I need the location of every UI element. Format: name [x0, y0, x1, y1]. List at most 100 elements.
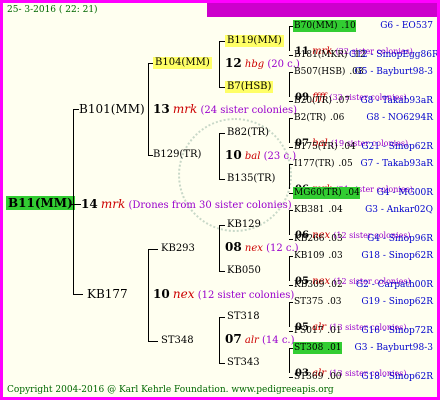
lvl4-val: .03 [325, 234, 343, 244]
lvl3-node[interactable]: ST318 [225, 311, 262, 323]
lvl3-node[interactable]: KB050 [225, 265, 263, 277]
connector [289, 211, 290, 235]
other-row: 10 nex (12 sister colonies) [153, 287, 295, 301]
lvl4-row[interactable]: KB309 .02 [293, 279, 343, 291]
lvl4-loc: G6 - EO537 [380, 21, 433, 31]
connector [219, 225, 220, 271]
lvl3-node[interactable]: B82(TR) [225, 127, 271, 139]
connector [148, 63, 149, 155]
lvl4-val: .03 [324, 297, 342, 307]
lvl4-loc: G21 - Sinop62R [361, 142, 433, 152]
date-stamp: 25- 3-2016 ( 22: 21) [7, 5, 98, 15]
lvl4-id: KB109 [294, 251, 325, 261]
lvl4-row[interactable]: ST308 .01 [293, 342, 342, 354]
lvl4-loc: G8 - Takab93aR [360, 96, 433, 106]
lvl4-id: B2(TR) [294, 113, 327, 123]
connector [73, 109, 74, 294]
st348-node[interactable]: ST348 [161, 335, 194, 347]
lvl4-row[interactable]: KB109 .03 [293, 250, 343, 262]
connector [73, 294, 83, 295]
connector [148, 341, 158, 342]
lvl4-val: .06 [327, 113, 345, 123]
lvl4-row[interactable]: I177(TR) .05 [293, 158, 353, 170]
lvl4-row[interactable]: ST375 .03 [293, 296, 342, 308]
lvl3-node[interactable]: B119(MM) [225, 35, 284, 47]
queen-row: 13 mrk (24 sister colonies) [153, 102, 298, 116]
footer-copyright: Copyright 2004-2016 @ Karl Kehrle Founda… [7, 385, 334, 395]
lvl4-loc: G5 - Bayburt98-3 [354, 67, 433, 77]
lvl4-val: .07 [332, 96, 351, 106]
lvl3-node[interactable]: B135(TR) [225, 173, 277, 185]
b129-node[interactable]: B129(TR) [153, 149, 201, 161]
lvl4-row[interactable]: KB381 .04 [293, 204, 343, 216]
lvl4-val: .01 [324, 326, 342, 336]
lvl4-loc: G12 - SinopEgg86R [349, 50, 439, 60]
connector [289, 27, 290, 51]
b104-node[interactable]: B104(MM) [153, 57, 212, 69]
b104-row: 12 hbg (20 c.) [225, 56, 300, 70]
lvl4-row[interactable]: B70(MM) .10 [293, 20, 356, 32]
connector [148, 155, 153, 156]
pedigree-frame: 25- 3-2016 ( 22: 21) B11(MM) 14 mrk (Dro… [0, 0, 440, 400]
lvl4-loc: G19 - Sinop62R [361, 297, 433, 307]
lvl3-node[interactable]: B7(HSB) [225, 81, 274, 93]
lvl4-val: .04 [325, 205, 343, 215]
lvl4-id: B175(TR) [294, 142, 338, 152]
lvl4-id: B507(HSB) [294, 67, 346, 77]
connector [289, 73, 290, 97]
lvl4-id: ST308 [294, 343, 324, 353]
lvl4-val: .02 [325, 280, 343, 290]
lvl4-id: KB381 [294, 205, 325, 215]
other-node[interactable]: KB177 [87, 288, 128, 300]
lvl4-id: PS017 [294, 326, 324, 336]
lvl4-row[interactable]: B2(TR) .06 [293, 112, 344, 124]
connector [289, 349, 290, 373]
connector [289, 257, 290, 281]
lvl4-val: .01 [324, 343, 342, 353]
lvl4-id: B20(TR) [294, 96, 332, 106]
lvl4-loc: G18 - Sinop62R [361, 251, 433, 261]
connector [289, 303, 290, 327]
lvl4-row[interactable]: B20(TR) .07 [293, 95, 350, 107]
connector [219, 133, 220, 179]
kb293-row: 08 nex (12 c.) [225, 240, 299, 254]
lvl3-node[interactable]: KB129 [225, 219, 263, 231]
queen-node[interactable]: B101(MM) [79, 103, 145, 115]
lvl4-loc: G7 - Takab93aR [360, 159, 433, 169]
connector [289, 165, 290, 189]
lvl4-loc: G4 - Sinop96R [367, 234, 433, 244]
lvl4-row[interactable]: KB266 .03 [293, 233, 343, 245]
lvl4-row[interactable]: PS017 .01 [293, 325, 342, 337]
drones-row: 14 mrk (Drones from 30 sister colonies) [81, 197, 292, 211]
lvl4-id: B181(MKR) [294, 50, 348, 60]
st348-row: 07 alr (14 c.) [225, 332, 295, 346]
connector [148, 249, 158, 250]
lvl4-loc: G16 - Sinop72R [361, 326, 433, 336]
lvl4-id: ST375 [294, 297, 324, 307]
lvl4-loc: G3 - Ankar02Q [365, 205, 433, 215]
lvl4-loc: G8 - NO6294R [366, 113, 433, 123]
lvl4-loc: G2 - Carpath00R [355, 280, 433, 290]
lvl4-id: MG60(TR) [294, 188, 342, 198]
lvl4-id: B70(MM) [294, 21, 338, 31]
lvl4-row[interactable]: ST369 .00 [293, 371, 342, 383]
connector [289, 119, 290, 143]
lvl4-loc: G3 - Bayburt98-3 [354, 343, 433, 353]
lvl4-id: ST369 [294, 372, 324, 382]
lvl4-val: .03 [325, 251, 343, 261]
kb293-node[interactable]: KB293 [161, 243, 195, 255]
root-queen[interactable]: B11(MM) [6, 196, 75, 210]
lvl4-id: I177(TR) [294, 159, 335, 169]
lvl4-id: KB309 [294, 280, 325, 290]
lvl3-node[interactable]: ST343 [225, 357, 262, 369]
connector [148, 63, 153, 64]
header-bar [207, 3, 437, 17]
lvl4-val: .00 [324, 372, 342, 382]
lvl4-loc: G4 - MG00R [376, 188, 433, 198]
lvl4-loc: G18 - Sinop62R [361, 372, 433, 382]
b129-row: 10 bal (23 c.) [225, 148, 297, 162]
lvl4-id: KB266 [294, 234, 325, 244]
connector [219, 41, 220, 87]
connector [219, 317, 220, 363]
lvl4-row[interactable]: B175(TR) .04 [293, 141, 356, 153]
